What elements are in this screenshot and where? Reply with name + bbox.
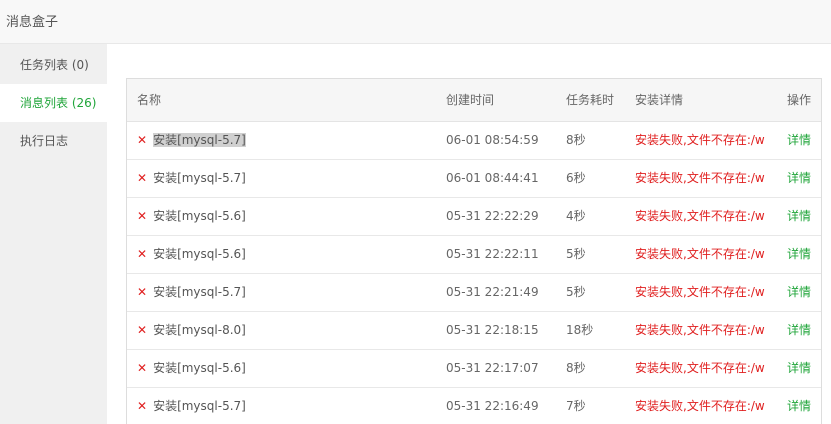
created-time: 05-31 22:22:11 xyxy=(446,247,539,261)
table-row: ✕ 安装[mysql-5.6] 05-31 22:22:11 5秒 安装失败,文件… xyxy=(127,236,821,274)
duration: 8秒 xyxy=(566,133,586,147)
detail-link[interactable]: 详情 xyxy=(787,274,821,311)
close-icon: ✕ xyxy=(137,171,148,185)
message-table: 名称 创建时间 任务耗时 安装详情 操作 ✕ 安装[mysql-5.7] 06-0… xyxy=(126,78,822,424)
name-cell: ✕ 安装[mysql-8.0] xyxy=(137,312,437,349)
close-icon: ✕ xyxy=(137,361,148,375)
duration: 4秒 xyxy=(566,209,586,223)
detail-link[interactable]: 详情 xyxy=(787,236,821,273)
name-cell: ✕ 安装[mysql-5.7] xyxy=(137,274,437,311)
close-icon: ✕ xyxy=(137,323,148,337)
sidebar: 任务列表 (0) 消息列表 (26) 执行日志 xyxy=(0,44,107,424)
table-row: ✕ 安装[mysql-5.7] 05-31 22:21:49 5秒 安装失败,文件… xyxy=(127,274,821,312)
name-cell: ✕ 安装[mysql-5.6] xyxy=(137,350,437,387)
duration: 5秒 xyxy=(566,247,586,261)
name-cell: ✕ 安装[mysql-5.7] xyxy=(137,388,437,424)
table-row: ✕ 安装[mysql-5.7] 05-31 22:16:49 7秒 安装失败,文件… xyxy=(127,388,821,424)
duration: 7秒 xyxy=(566,399,586,413)
header-action: 操作 xyxy=(787,93,812,107)
table-row: ✕ 安装[mysql-8.0] 05-31 22:18:15 18秒 安装失败,文… xyxy=(127,312,821,350)
install-detail: 安装失败,文件不存在:/www xyxy=(635,247,765,261)
table-row: ✕ 安装[mysql-5.7] 06-01 08:44:41 6秒 安装失败,文件… xyxy=(127,160,821,198)
window-title: 消息盒子 xyxy=(6,15,59,30)
task-name: 安装[mysql-5.7] xyxy=(153,285,246,299)
name-cell: ✕ 安装[mysql-5.7] xyxy=(137,160,437,197)
detail-link[interactable]: 详情 xyxy=(787,388,821,424)
detail-link[interactable]: 详情 xyxy=(787,350,821,387)
sidebar-item-task-list[interactable]: 任务列表 (0) xyxy=(0,46,107,84)
sidebar-item-message-list[interactable]: 消息列表 (26) xyxy=(0,84,107,122)
name-cell: ✕ 安装[mysql-5.7] xyxy=(137,122,437,159)
task-name: 安装[mysql-8.0] xyxy=(153,323,246,337)
close-icon: ✕ xyxy=(137,133,148,147)
duration: 8秒 xyxy=(566,361,586,375)
created-time: 06-01 08:54:59 xyxy=(446,133,539,147)
task-name: 安装[mysql-5.6] xyxy=(153,209,246,223)
close-icon: ✕ xyxy=(137,209,148,223)
task-name: 安装[mysql-5.6] xyxy=(153,247,246,261)
table-row: ✕ 安装[mysql-5.6] 05-31 22:17:07 8秒 安装失败,文件… xyxy=(127,350,821,388)
close-icon: ✕ xyxy=(137,399,148,413)
sidebar-item-execution-log[interactable]: 执行日志 xyxy=(0,122,107,160)
install-detail: 安装失败,文件不存在:/www xyxy=(635,323,765,337)
detail-link[interactable]: 详情 xyxy=(787,312,821,349)
table-header: 名称 创建时间 任务耗时 安装详情 操作 xyxy=(127,79,821,122)
created-time: 05-31 22:18:15 xyxy=(446,323,539,337)
duration: 5秒 xyxy=(566,285,586,299)
close-icon: ✕ xyxy=(137,247,148,261)
task-name: 安装[mysql-5.7] xyxy=(153,171,246,185)
name-cell: ✕ 安装[mysql-5.6] xyxy=(137,236,437,273)
name-cell: ✕ 安装[mysql-5.6] xyxy=(137,198,437,235)
window-title-bar: 消息盒子 xyxy=(0,0,831,44)
table-row: ✕ 安装[mysql-5.7] 06-01 08:54:59 8秒 安装失败,文件… xyxy=(127,122,821,160)
created-time: 06-01 08:44:41 xyxy=(446,171,539,185)
detail-link[interactable]: 详情 xyxy=(787,122,821,159)
table-body: ✕ 安装[mysql-5.7] 06-01 08:54:59 8秒 安装失败,文件… xyxy=(127,122,821,424)
header-duration: 任务耗时 xyxy=(566,93,615,107)
install-detail: 安装失败,文件不存在:/www xyxy=(635,285,765,299)
install-detail: 安装失败,文件不存在:/www xyxy=(635,361,765,375)
install-detail: 安装失败,文件不存在:/www xyxy=(635,171,765,185)
install-detail: 安装失败,文件不存在:/www xyxy=(635,133,765,147)
close-icon: ✕ xyxy=(137,285,148,299)
created-time: 05-31 22:17:07 xyxy=(446,361,539,375)
install-detail: 安装失败,文件不存在:/www xyxy=(635,209,765,223)
detail-link[interactable]: 详情 xyxy=(787,160,821,197)
header-created-time: 创建时间 xyxy=(446,93,495,107)
created-time: 05-31 22:22:29 xyxy=(446,209,539,223)
task-name: 安装[mysql-5.6] xyxy=(153,361,246,375)
created-time: 05-31 22:21:49 xyxy=(446,285,539,299)
created-time: 05-31 22:16:49 xyxy=(446,399,539,413)
duration: 18秒 xyxy=(566,323,594,337)
duration: 6秒 xyxy=(566,171,586,185)
header-detail: 安装详情 xyxy=(635,93,684,107)
table-row: ✕ 安装[mysql-5.6] 05-31 22:22:29 4秒 安装失败,文件… xyxy=(127,198,821,236)
detail-link[interactable]: 详情 xyxy=(787,198,821,235)
task-name: 安装[mysql-5.7] xyxy=(153,399,246,413)
task-name: 安装[mysql-5.7] xyxy=(153,133,246,147)
install-detail: 安装失败,文件不存在:/www xyxy=(635,399,765,413)
header-name: 名称 xyxy=(137,93,162,107)
